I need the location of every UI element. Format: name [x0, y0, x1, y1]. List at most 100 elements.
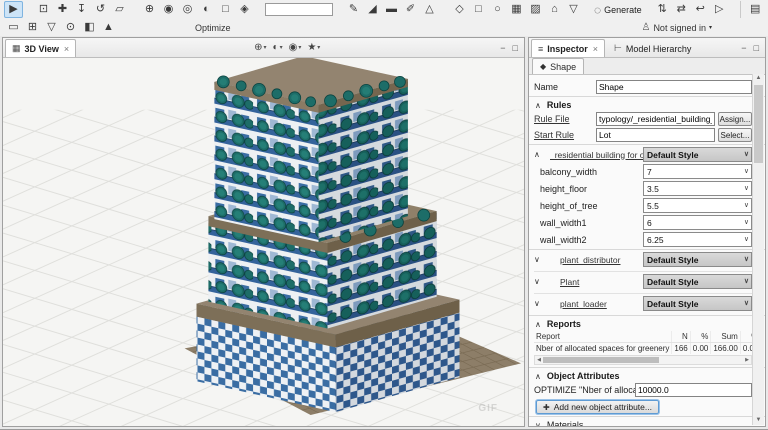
chevron-down-icon: ∨	[743, 151, 749, 158]
scroll-up-icon[interactable]: ▲	[756, 74, 762, 83]
style-dropdown[interactable]: Default Style ∨	[643, 147, 752, 162]
globe-view-tool-icon[interactable]: ◐	[197, 1, 216, 18]
style-dropdown[interactable]: Default Style ∨	[643, 252, 752, 267]
lock-view-tool-icon[interactable]: ◈	[235, 1, 254, 18]
minimize-button[interactable]: −	[741, 43, 746, 53]
attribute-value-dropdown[interactable]: 5.5 ∨	[643, 198, 752, 213]
frame-view-tool-icon[interactable]: □	[216, 1, 235, 18]
expand-icon[interactable]: ∨	[534, 299, 550, 308]
chevron-down-icon: ∨	[743, 236, 749, 243]
select-tool-icon[interactable]: ▶	[4, 1, 23, 18]
signin-menu[interactable]: ♙ Not signed in ▾	[641, 22, 712, 33]
scroll-down-icon[interactable]: ▼	[756, 416, 762, 425]
close-icon[interactable]: ×	[64, 44, 69, 54]
inspector-vertical-scrollbar[interactable]: ▲ ▼	[752, 74, 764, 425]
attribute-value-dropdown[interactable]: 3.5 ∨	[643, 181, 752, 196]
model-hierarchy-icon: ⊢	[614, 43, 622, 53]
pointer-group: ▶	[4, 1, 23, 18]
start-rule-link[interactable]: Start Rule	[534, 130, 596, 140]
maximize-button[interactable]: □	[754, 43, 759, 53]
roof-flat-tool-icon[interactable]: ▽	[564, 1, 583, 18]
style-dropdown[interactable]: Default Style ∨	[643, 274, 752, 289]
object-attributes-section-header[interactable]: ∧ Object Attributes	[535, 371, 752, 381]
scroll-left-icon[interactable]: ◀	[535, 357, 543, 363]
optimize-attribute-input[interactable]	[635, 383, 752, 397]
texture-tool-icon[interactable]: ▦	[507, 1, 526, 18]
layout-icon-icon[interactable]: ▤	[746, 1, 765, 18]
materials-section-header[interactable]: ∨ Materials	[535, 420, 752, 426]
workspace: ▦ 3D View × ⊕ ▾ ◐ ▾ ◉ ▾ ★ ▾ − □ GIF ≡ In…	[0, 36, 768, 429]
marquee-select-tool-icon[interactable]: ⊡	[34, 1, 53, 18]
orbit-view-tool-icon[interactable]: ◎	[178, 1, 197, 18]
push-down-tool-icon[interactable]: ↧	[72, 1, 91, 18]
minimize-button[interactable]: −	[500, 43, 505, 53]
move-tool-icon[interactable]: ✚	[53, 1, 72, 18]
plus-icon: ✚	[543, 402, 550, 412]
rule-file-link[interactable]: Rule File	[534, 114, 596, 124]
polygon-tool-icon[interactable]: ◇	[450, 1, 469, 18]
rotate-view-tool-icon[interactable]: ◉	[159, 1, 178, 18]
assign-button[interactable]: Assign...	[718, 112, 752, 126]
print-tool-icon[interactable]: ⊞	[23, 19, 42, 36]
lod-tool-icon[interactable]: ◧	[80, 19, 99, 36]
name-input[interactable]	[596, 80, 752, 94]
roof-up-tool-icon[interactable]: ⌂	[545, 1, 564, 18]
compass-tool-icon[interactable]: ⊙	[61, 19, 80, 36]
select-button[interactable]: Select...	[718, 128, 752, 142]
close-icon[interactable]: ×	[593, 44, 598, 54]
measure-street-tool-icon[interactable]: ▬	[382, 1, 401, 18]
tab-3d-view[interactable]: ▦ 3D View ×	[5, 39, 77, 57]
align-terrain-tool-icon[interactable]: △	[420, 1, 439, 18]
subgroup-link[interactable]: plant_distributor	[550, 255, 643, 265]
measure-tool-icon[interactable]: ▭	[4, 19, 23, 36]
reports-header-label: Reports	[546, 319, 581, 329]
report-row[interactable]: Nber of allocated spaces for greenery 166…	[534, 342, 761, 354]
tab-inspector[interactable]: ≡ Inspector ×	[531, 39, 606, 57]
bookmarks-menu[interactable]: ★ ▾	[307, 42, 320, 53]
expand-icon[interactable]: ∨	[534, 255, 550, 264]
rotate-tool-icon[interactable]: ↺	[91, 1, 110, 18]
attribute-value-dropdown[interactable]: 6 ∨	[643, 215, 752, 230]
tab-shape[interactable]: ◆ Shape	[532, 58, 585, 74]
view-cone-tool-icon[interactable]: ▽	[42, 19, 61, 36]
tab-model-hierarchy[interactable]: ⊢ Model Hierarchy	[607, 39, 698, 57]
paint-tool-icon[interactable]: ▨	[526, 1, 545, 18]
edit-street-tool-icon[interactable]: ✐	[401, 1, 420, 18]
circle-tool-icon[interactable]: ○	[488, 1, 507, 18]
style-dropdown[interactable]: Default Style ∨	[643, 296, 752, 311]
toolbar-search-input[interactable]	[265, 3, 333, 16]
rule-group-header[interactable]: ∧ _residential building for optim Defaul…	[534, 147, 752, 162]
reset-model-tool-icon[interactable]: ↩	[691, 1, 710, 18]
rule-group-link[interactable]: _residential building for optim	[550, 150, 643, 160]
select-street-tool-icon[interactable]: ◢	[363, 1, 382, 18]
attribute-value-dropdown[interactable]: 6.25 ∨	[643, 232, 752, 247]
reports-section-header[interactable]: ∧ Reports	[535, 319, 752, 329]
swap-model-tool-icon[interactable]: ⇄	[672, 1, 691, 18]
subgroup-link[interactable]: Plant	[550, 277, 643, 287]
draw-street-tool-icon[interactable]: ✎	[344, 1, 363, 18]
scroll-thumb[interactable]	[543, 357, 659, 363]
rectangle-tool-icon[interactable]: □	[469, 1, 488, 18]
subgroup-link[interactable]: plant_loader	[550, 299, 643, 309]
camera-menu[interactable]: ◉ ▾	[289, 42, 302, 53]
navigation-menu[interactable]: ⊕ ▾	[254, 42, 266, 53]
rules-section-header[interactable]: ∧ Rules	[535, 100, 752, 110]
scale-tool-icon[interactable]: ▱	[110, 1, 129, 18]
terrain-settings-tool-icon[interactable]: ▲	[99, 19, 118, 36]
report-column-header: N	[671, 331, 691, 343]
pan-view-tool-icon[interactable]: ⊕	[140, 1, 159, 18]
rule-file-input[interactable]	[596, 112, 715, 126]
attribute-value-dropdown[interactable]: 7 ∨	[643, 164, 752, 179]
maximize-button[interactable]: □	[513, 43, 518, 53]
generate-button[interactable]: ◌ Generate	[594, 3, 642, 17]
play-tool-icon[interactable]: ▷	[710, 1, 729, 18]
add-object-attribute-button[interactable]: ✚ Add new object attribute...	[536, 400, 659, 414]
scroll-thumb[interactable]	[754, 85, 763, 163]
align-shapes-tool-icon[interactable]: ⇅	[653, 1, 672, 18]
start-rule-input[interactable]	[596, 128, 715, 142]
expand-icon[interactable]: ∨	[534, 277, 550, 286]
reports-horizontal-scrollbar[interactable]: ◀ ▶	[534, 355, 752, 365]
scroll-right-icon[interactable]: ▶	[743, 357, 751, 363]
render-settings-menu[interactable]: ◐ ▾	[273, 42, 283, 53]
3d-canvas[interactable]: GIF	[3, 58, 524, 426]
